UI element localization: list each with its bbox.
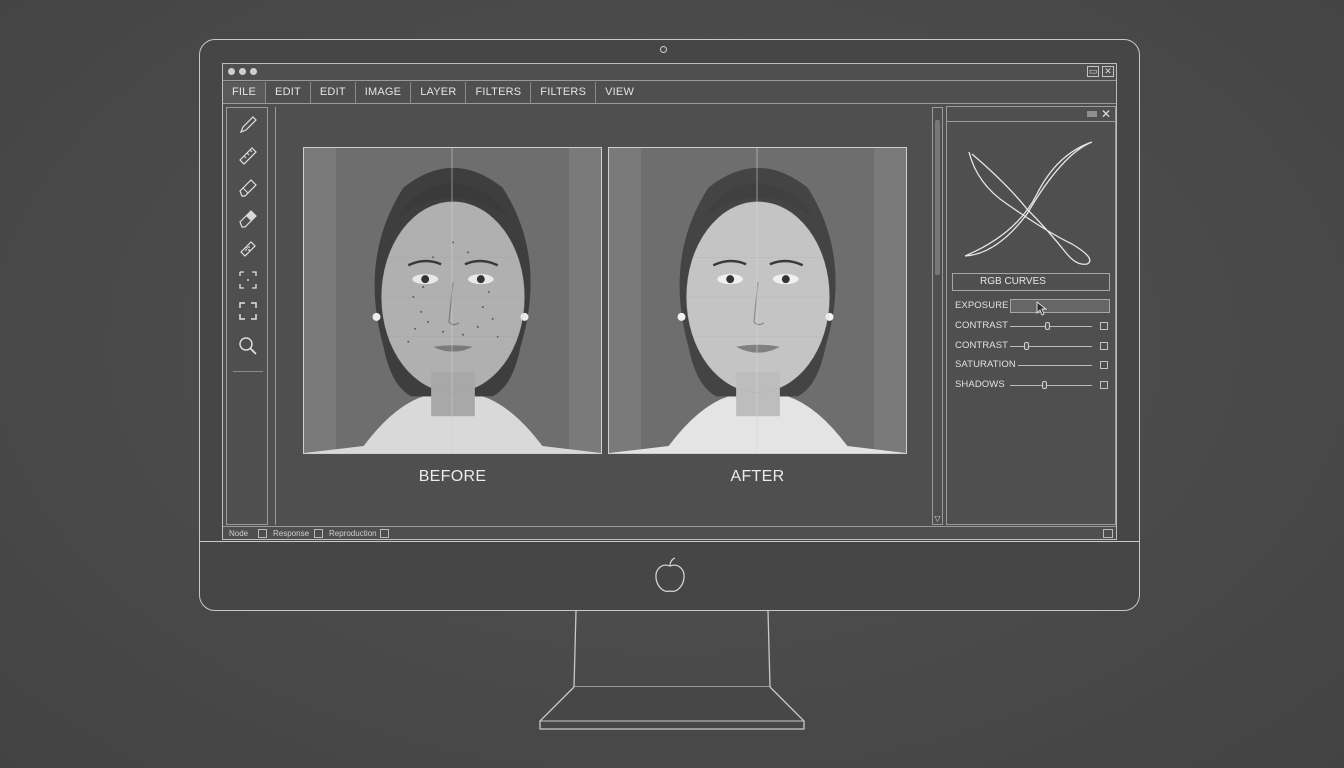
status-node: Node xyxy=(229,529,249,538)
shadows-slider[interactable] xyxy=(1010,381,1092,389)
saturation-checkbox[interactable] xyxy=(1100,361,1108,369)
scroll-down-icon[interactable]: ▽ xyxy=(933,514,942,524)
menu-view[interactable]: VIEW xyxy=(596,82,643,103)
application-window: ▭ ✕ FILE EDIT EDIT IMAGE LAYER FILTERS F… xyxy=(222,63,1117,540)
shadows-row: SHADOWS xyxy=(955,378,1113,392)
rgb-curves-graph[interactable] xyxy=(947,124,1115,271)
minimize-window-dot[interactable] xyxy=(239,68,246,75)
resize-grip-icon[interactable] xyxy=(1103,529,1113,538)
exposure-label: EXPOSURE xyxy=(955,300,1009,311)
zoom-window-dot[interactable] xyxy=(250,68,257,75)
eraser-icon[interactable] xyxy=(237,176,259,198)
saturation-slider[interactable] xyxy=(1018,365,1092,366)
menu-bar: FILE EDIT EDIT IMAGE LAYER FILTERS FILTE… xyxy=(223,82,1116,104)
menu-edit[interactable]: EDIT xyxy=(266,82,311,103)
contrast-row: CONTRAST xyxy=(955,319,1113,333)
panel-close-icon[interactable]: ✕ xyxy=(1101,107,1111,121)
marquee-select-icon[interactable] xyxy=(237,269,259,291)
contrast-row-2: CONTRAST xyxy=(955,339,1113,353)
shadows-slider-knob[interactable] xyxy=(1042,381,1048,389)
contrast-label: CONTRAST xyxy=(955,320,1009,331)
contrast-label-2: CONTRAST xyxy=(955,340,1009,351)
menu-edit-2[interactable]: EDIT xyxy=(311,82,356,103)
status-bar: Node Response Reproduction xyxy=(223,526,1116,540)
after-photo[interactable] xyxy=(608,147,907,454)
contrast-checkbox[interactable] xyxy=(1100,322,1108,330)
window-buttons: ▭ ✕ xyxy=(1087,66,1114,77)
before-label: BEFORE xyxy=(418,468,487,485)
pencil-icon[interactable] xyxy=(237,114,259,136)
after-portrait-image xyxy=(609,148,906,453)
tool-palette xyxy=(226,107,268,525)
rgb-curves-label[interactable]: RGB CURVES xyxy=(952,273,1110,291)
window-controls xyxy=(228,68,257,75)
adjustments-panel: ✕ RGB CURVES EXPOSURE CONTRAST CONTRAST … xyxy=(946,106,1116,525)
status-node-toggle[interactable] xyxy=(258,529,267,538)
menu-file[interactable]: FILE xyxy=(223,82,267,103)
contrast-slider-2[interactable] xyxy=(1010,342,1092,350)
menu-filters-2[interactable]: FILTERS xyxy=(531,82,597,103)
eraser-alt-icon[interactable] xyxy=(237,207,259,229)
scrollbar-thumb[interactable] xyxy=(935,120,940,275)
shadows-checkbox[interactable] xyxy=(1100,381,1108,389)
status-reproduction: Reproduction xyxy=(329,529,377,538)
contrast-slider[interactable] xyxy=(1010,322,1092,330)
before-portrait-image xyxy=(304,148,601,453)
close-window-dot[interactable] xyxy=(228,68,235,75)
menu-image[interactable]: IMAGE xyxy=(356,82,412,103)
contrast-slider-knob[interactable] xyxy=(1044,322,1050,330)
restore-window-icon[interactable]: ▭ xyxy=(1087,66,1099,77)
vertical-scrollbar[interactable]: ▽ xyxy=(932,107,943,525)
status-response: Response xyxy=(273,529,310,538)
shadows-label: SHADOWS xyxy=(955,379,1005,390)
zoom-icon[interactable] xyxy=(237,335,259,357)
exposure-row: EXPOSURE xyxy=(955,299,1113,316)
close-icon[interactable]: ✕ xyxy=(1102,66,1114,77)
saturation-row: SATURATION xyxy=(955,358,1113,372)
scroll-up-icon[interactable] xyxy=(933,108,942,118)
status-reproduction-toggle[interactable] xyxy=(380,529,389,538)
menu-filters[interactable]: FILTERS xyxy=(466,82,532,103)
contrast-slider-2-knob[interactable] xyxy=(1023,342,1029,350)
saturation-label: SATURATION xyxy=(955,359,1016,370)
canvas-area: BEFORE AFTER xyxy=(275,107,931,525)
status-response-toggle[interactable] xyxy=(314,529,323,538)
ruler-icon[interactable] xyxy=(237,145,259,167)
panel-header: ✕ xyxy=(947,107,1115,122)
webcam-icon xyxy=(660,46,667,53)
after-label: AFTER xyxy=(730,468,785,485)
before-photo[interactable] xyxy=(303,147,602,454)
apple-logo-icon xyxy=(655,557,685,593)
menu-layer[interactable]: LAYER xyxy=(411,82,467,103)
contrast-checkbox-2[interactable] xyxy=(1100,342,1108,350)
exposure-field[interactable] xyxy=(1010,299,1110,313)
panel-menu-icon[interactable] xyxy=(1087,110,1097,118)
mouse-cursor-icon xyxy=(1036,301,1048,316)
tool-separator xyxy=(233,371,263,372)
monitor-stand xyxy=(539,611,805,730)
desktop-scene: ▭ ✕ FILE EDIT EDIT IMAGE LAYER FILTERS F… xyxy=(0,0,1344,768)
healing-bandage-icon[interactable] xyxy=(237,238,259,260)
monitor-chin-divider xyxy=(199,541,1140,542)
crop-frame-icon[interactable] xyxy=(237,300,259,322)
title-bar: ▭ ✕ xyxy=(223,64,1116,81)
